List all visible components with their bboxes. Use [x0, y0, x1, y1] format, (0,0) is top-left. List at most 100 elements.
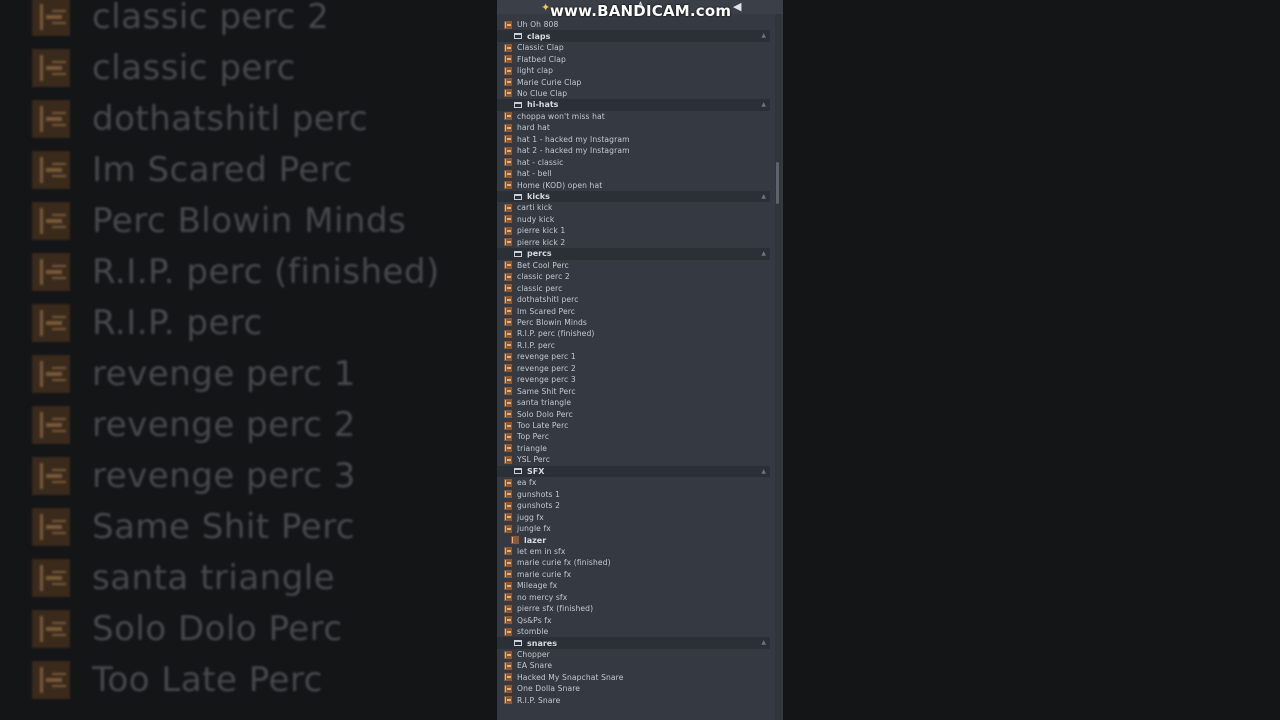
collapse-caret-icon[interactable]: ▲ — [761, 193, 766, 200]
file-item[interactable]: hat 1 - hacked my Instagram — [497, 134, 770, 146]
file-item[interactable]: choppa won't miss hat — [497, 111, 770, 123]
audio-file-icon — [504, 329, 512, 338]
file-item[interactable]: R.I.P. Snare — [497, 695, 770, 707]
file-item[interactable]: revenge perc 2 — [497, 363, 770, 375]
file-item[interactable]: classic perc — [497, 282, 770, 294]
file-item-label: Too Late Perc — [517, 421, 569, 430]
file-item[interactable]: hat - bell — [497, 168, 770, 180]
file-item[interactable]: Marie Curie Clap — [497, 76, 770, 88]
file-item-label: let em in sfx — [517, 546, 566, 556]
file-item[interactable]: YSL Perc — [497, 454, 770, 466]
audio-file-icon — [504, 295, 512, 304]
audio-file-icon — [32, 304, 70, 342]
file-item[interactable]: EA Snare — [497, 660, 770, 672]
file-item[interactable]: hat 2 - hacked my Instagram — [497, 145, 770, 157]
folder-header[interactable]: hi-hats ▲ — [497, 99, 770, 111]
file-item[interactable]: triangle — [497, 443, 770, 455]
audio-file-icon — [504, 421, 512, 430]
file-item[interactable]: nudy kick — [497, 214, 770, 226]
file-item[interactable]: Im Scared Perc — [497, 305, 770, 317]
file-item[interactable]: Bet Cool Perc — [497, 259, 770, 271]
file-item[interactable]: jugg fx — [497, 511, 770, 523]
audio-file-icon — [504, 146, 512, 155]
file-item[interactable]: carti kick — [497, 202, 770, 214]
browser-scrollbar[interactable] — [775, 14, 781, 720]
file-item[interactable]: Qs&Ps fx — [497, 614, 770, 626]
file-item[interactable]: One Dolla Snare — [497, 683, 770, 695]
subfolder-item[interactable]: lazer — [497, 534, 770, 546]
file-item[interactable]: pierre kick 1 — [497, 225, 770, 237]
file-item[interactable]: jungle fx — [497, 523, 770, 535]
file-item[interactable]: hard hat — [497, 122, 770, 134]
collapse-caret-icon[interactable]: ▲ — [761, 639, 766, 646]
file-item[interactable]: Perc Blowin Minds — [497, 317, 770, 329]
background-list-label: revenge perc 3 — [92, 456, 356, 496]
file-item-label: Mileage fx — [517, 581, 558, 591]
file-item[interactable]: Chopper — [497, 649, 770, 661]
folder-header[interactable]: SFX ▲ — [497, 465, 770, 478]
file-item[interactable]: classic perc 2 — [497, 271, 770, 283]
file-item[interactable]: let em in sfx — [497, 546, 770, 558]
file-item[interactable]: marie curie fx (finished) — [497, 557, 770, 569]
file-item-label: revenge perc 2 — [517, 363, 576, 373]
file-item[interactable]: revenge perc 1 — [497, 351, 770, 363]
audio-file-icon — [504, 352, 512, 361]
file-item-label: hat - classic — [517, 157, 564, 167]
folder-header[interactable]: snares ▲ — [497, 637, 770, 649]
background-list-item: Same Shit Perc — [32, 502, 355, 552]
file-item[interactable]: Solo Dolo Perc — [497, 408, 770, 420]
file-item[interactable]: Flatbed Clap — [497, 53, 770, 65]
file-item[interactable]: Classic Clap — [497, 42, 770, 54]
file-item[interactable]: dothatshitl perc — [497, 294, 770, 306]
file-item[interactable]: Uh Oh 808 — [497, 19, 770, 31]
collapse-caret-icon[interactable]: ▲ — [761, 101, 766, 108]
file-item[interactable]: gunshots 2 — [497, 500, 770, 512]
file-item[interactable]: marie curie fx — [497, 569, 770, 581]
audio-file-icon — [32, 457, 70, 495]
file-item-label: pierre sfx (finished) — [517, 604, 594, 614]
folder-header[interactable]: percs ▲ — [497, 248, 770, 260]
file-item[interactable]: revenge perc 3 — [497, 374, 770, 386]
file-item[interactable]: hat - classic — [497, 156, 770, 168]
audio-file-icon — [504, 318, 512, 327]
file-item[interactable]: Mileage fx — [497, 580, 770, 592]
file-item[interactable]: Same Shit Perc — [497, 385, 770, 397]
collapse-caret-icon[interactable]: ▲ — [761, 250, 766, 257]
file-item[interactable]: Top Perc — [497, 431, 770, 443]
file-item[interactable]: pierre kick 2 — [497, 237, 770, 249]
background-list-item: revenge perc 2 — [32, 400, 356, 450]
file-item[interactable]: No Clue Clap — [497, 88, 770, 100]
scrollbar-thumb[interactable] — [776, 162, 779, 204]
file-item-label: hat 2 - hacked my Instagram — [517, 146, 630, 156]
audio-file-icon — [504, 581, 512, 590]
bandicam-watermark: www.BANDICAM.com — [550, 2, 732, 20]
file-item[interactable]: R.I.P. perc — [497, 340, 770, 352]
file-item[interactable]: santa triangle — [497, 397, 770, 409]
speaker-icon: ◀ — [733, 0, 742, 13]
file-item[interactable]: gunshots 1 — [497, 488, 770, 500]
file-item-label: Uh Oh 808 — [517, 20, 559, 30]
file-item[interactable]: stomble — [497, 626, 770, 638]
background-list-item: Im Scared Perc — [32, 145, 353, 195]
file-item[interactable]: R.I.P. perc (finished) — [497, 328, 770, 340]
file-item[interactable]: ea fx — [497, 477, 770, 489]
audio-file-icon — [504, 387, 512, 396]
background-list-item: revenge perc 1 — [32, 349, 356, 399]
folder-header[interactable]: kicks ▲ — [497, 190, 770, 203]
collapse-caret-icon[interactable]: ▲ — [761, 32, 766, 39]
background-list-item: classic perc — [32, 43, 296, 93]
file-item-label: classic perc — [517, 283, 563, 293]
background-list-item: classic perc 2 — [32, 0, 329, 42]
audio-file-icon — [504, 650, 512, 659]
folder-header[interactable]: claps ▲ — [497, 30, 770, 42]
file-item[interactable]: Home (KOD) open hat — [497, 179, 770, 191]
collapse-caret-icon[interactable]: ▲ — [761, 468, 766, 475]
file-item[interactable]: no mercy sfx — [497, 592, 770, 604]
file-item[interactable]: Hacked My Snapchat Snare — [497, 672, 770, 684]
file-item[interactable]: pierre sfx (finished) — [497, 603, 770, 615]
file-item[interactable]: Too Late Perc — [497, 420, 770, 432]
file-item[interactable]: light clap — [497, 65, 770, 77]
file-item-label: revenge perc 3 — [517, 375, 576, 385]
audio-file-icon — [504, 444, 512, 453]
file-item-label: classic perc 2 — [517, 272, 570, 282]
